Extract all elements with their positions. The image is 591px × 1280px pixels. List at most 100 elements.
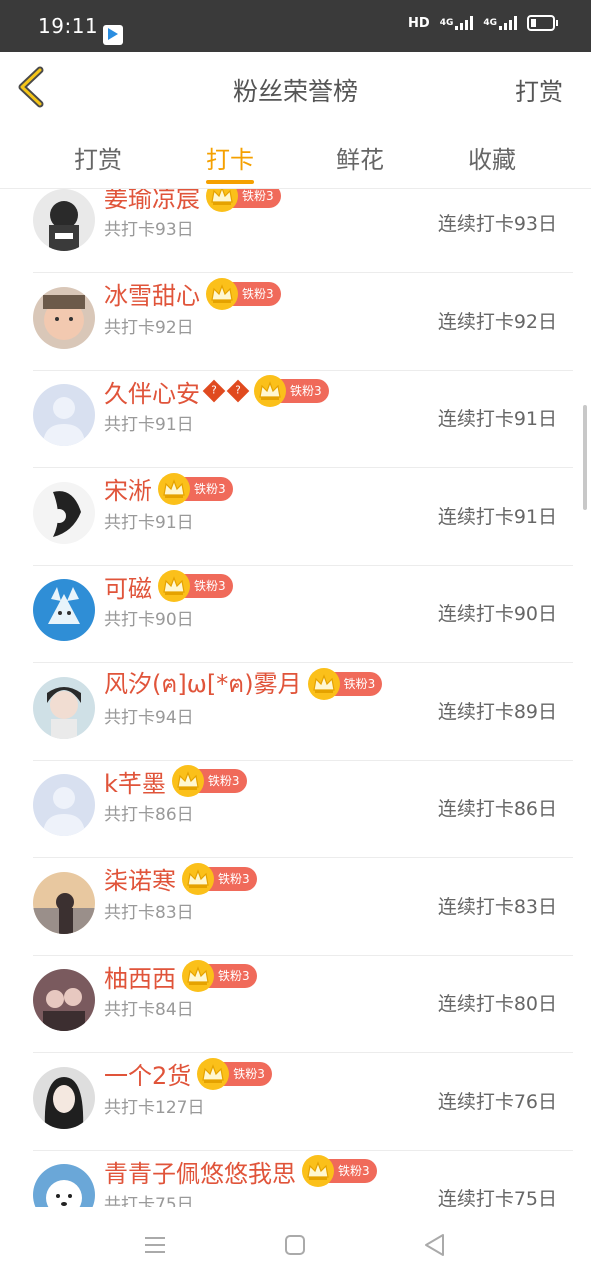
- consecutive-checkin-days: 连续打卡93日: [437, 213, 557, 235]
- fan-name[interactable]: k芊墨: [104, 764, 166, 799]
- fan-name[interactable]: 风汐(ฅ]ω[*ฅ)雾月: [104, 664, 302, 703]
- fan-level-badge: 铁粉3: [171, 765, 247, 797]
- consecutive-checkin-days: 连续打卡89日: [437, 700, 557, 723]
- fan-level-badge: 铁粉3: [182, 862, 257, 895]
- fan-level-badge: 铁粉3: [254, 375, 329, 407]
- fan-level-badge: 铁粉3: [197, 1057, 272, 1090]
- crown-icon: [307, 667, 340, 700]
- avatar[interactable]: [33, 384, 95, 446]
- consecutive-checkin-days: 连续打卡90日: [437, 603, 557, 625]
- total-checkin-days: 共打卡91日: [104, 415, 194, 435]
- tab-reward[interactable]: 打赏: [38, 140, 158, 175]
- avatar[interactable]: [33, 774, 95, 836]
- fan-name[interactable]: 青青子佩悠悠我思: [104, 1154, 296, 1189]
- avatar[interactable]: [33, 969, 95, 1031]
- name-line: 柒诺寒 铁粉3: [104, 861, 257, 897]
- consecutive-checkin-days: 连续打卡86日: [437, 798, 557, 820]
- name-line: 久伴心安?? 铁粉3: [104, 373, 329, 409]
- ranking-row[interactable]: 久伴心安?? 铁粉3 共打卡91日 连续打卡91日: [33, 370, 573, 468]
- fan-level-badge: 铁粉3: [302, 1155, 377, 1187]
- fan-level-badge: 铁粉3: [158, 472, 233, 505]
- unsupported-emoji-icon: ?: [226, 379, 250, 403]
- ranking-row[interactable]: 可磁 铁粉3 共打卡90日 连续打卡90日: [33, 565, 573, 663]
- page-title: 粉丝荣誉榜: [232, 77, 358, 106]
- scrollbar[interactable]: [583, 405, 587, 510]
- tab-flowers[interactable]: 鲜花: [300, 140, 420, 175]
- ranking-row[interactable]: 冰雪甜心 铁粉3 共打卡92日 连续打卡92日: [33, 273, 573, 371]
- ranking-row[interactable]: k芊墨 铁粉3 共打卡86日 连续打卡86日: [33, 760, 573, 858]
- tab-favorites[interactable]: 收藏: [432, 140, 552, 175]
- ranking-row[interactable]: 风汐(ฅ]ω[*ฅ)雾月 铁粉3 共打卡94日 连续打卡89日: [33, 663, 573, 761]
- total-checkin-days: 共打卡91日: [104, 512, 194, 533]
- total-checkin-days: 共打卡127日: [104, 1097, 205, 1118]
- menu-nav-button[interactable]: [140, 1230, 170, 1260]
- name-line: 冰雪甜心 铁粉3: [104, 276, 281, 312]
- battery-icon: [527, 15, 558, 31]
- tab-checkin[interactable]: 打卡: [170, 140, 290, 184]
- app-notification-icon: [103, 25, 123, 45]
- crown-icon: [182, 862, 214, 895]
- avatar[interactable]: [33, 676, 95, 739]
- home-square-icon: [285, 1235, 305, 1255]
- total-checkin-days: 共打卡93日: [104, 220, 194, 240]
- fan-name[interactable]: 柒诺寒: [104, 861, 176, 896]
- avatar[interactable]: [33, 189, 95, 251]
- system-nav-bar: [0, 1208, 591, 1280]
- ranking-row[interactable]: 青青子佩悠悠我思 铁粉3 共打卡75日 连续打卡75日: [33, 1150, 573, 1207]
- crown-icon: [158, 570, 190, 602]
- ranking-row[interactable]: 柚西西 铁粉3 共打卡84日 连续打卡80日: [33, 955, 573, 1053]
- crown-icon: [158, 472, 190, 505]
- status-indicators: HD 4G 4G: [408, 15, 558, 31]
- ranking-row[interactable]: 姜瑜凉宸 铁粉3 共打卡93日 连续打卡93日: [33, 189, 573, 273]
- app-header: 粉丝荣誉榜 打赏: [0, 52, 591, 123]
- consecutive-checkin-days: 连续打卡75日: [437, 1188, 557, 1207]
- home-nav-button[interactable]: [280, 1230, 310, 1260]
- avatar[interactable]: [33, 1066, 95, 1129]
- signal-label-2: 4G: [483, 18, 497, 28]
- ranking-row[interactable]: 柒诺寒 铁粉3 共打卡83日 连续打卡83日: [33, 858, 573, 956]
- ranking-row[interactable]: 宋淅 铁粉3 共打卡91日 连续打卡91日: [33, 468, 573, 566]
- consecutive-checkin-days: 连续打卡92日: [437, 310, 557, 333]
- avatar[interactable]: [33, 871, 95, 934]
- crown-icon: [206, 277, 238, 310]
- avatar[interactable]: [33, 579, 95, 641]
- total-checkin-days: 共打卡92日: [104, 317, 194, 338]
- consecutive-checkin-days: 连续打卡91日: [437, 505, 557, 528]
- crown-icon: [171, 765, 204, 797]
- avatar[interactable]: [33, 1164, 95, 1207]
- fan-name[interactable]: 姜瑜凉宸: [104, 189, 200, 214]
- avatar[interactable]: [33, 481, 95, 544]
- signal-label-1: 4G: [439, 18, 454, 28]
- crown-icon: [206, 189, 238, 212]
- avatar[interactable]: [33, 286, 95, 349]
- consecutive-checkin-days: 连续打卡83日: [437, 895, 557, 918]
- name-line: 可磁 铁粉3: [104, 568, 233, 604]
- fan-level-badge: 铁粉3: [182, 960, 257, 992]
- fan-level-badge: 铁粉3: [158, 570, 233, 602]
- fan-name[interactable]: 柚西西: [104, 959, 176, 994]
- fan-name[interactable]: 宋淅: [104, 471, 152, 506]
- checkin-ranking-list: 姜瑜凉宸 铁粉3 共打卡93日 连续打卡93日 冰雪甜心 铁粉3 共打卡92日 连续打卡92日…: [0, 189, 591, 1207]
- fan-name[interactable]: 可磁: [104, 569, 152, 604]
- crown-icon: [302, 1155, 334, 1187]
- signal-icon-1: 4G: [440, 16, 474, 30]
- name-line: 宋淅 铁粉3: [104, 471, 233, 507]
- ranking-row[interactable]: 一个2货 铁粉3 共打卡127日 连续打卡76日: [33, 1053, 573, 1151]
- consecutive-checkin-days: 连续打卡91日: [437, 408, 557, 430]
- fan-name[interactable]: 冰雪甜心: [104, 276, 200, 311]
- consecutive-checkin-days: 连续打卡80日: [437, 993, 557, 1015]
- fan-name[interactable]: 久伴心安: [104, 374, 200, 409]
- name-line: k芊墨 铁粉3: [104, 763, 247, 799]
- unsupported-emoji-glyph: ?: [211, 384, 217, 397]
- name-line: 一个2货 铁粉3: [104, 1056, 272, 1092]
- hd-label: HD: [408, 15, 430, 31]
- name-line: 青青子佩悠悠我思 铁粉3: [104, 1153, 377, 1189]
- tab-bar: 打赏 打卡 鲜花 收藏: [0, 122, 591, 189]
- fan-level-badge: 铁粉3: [206, 277, 281, 310]
- reward-button[interactable]: 打赏: [515, 72, 563, 107]
- total-checkin-days: 共打卡84日: [104, 1000, 194, 1020]
- name-line: 风汐(ฅ]ω[*ฅ)雾月 铁粉3: [104, 664, 383, 703]
- tab-reward-label: 打赏: [74, 146, 122, 174]
- back-nav-button[interactable]: [420, 1230, 450, 1260]
- fan-name[interactable]: 一个2货: [104, 1056, 191, 1091]
